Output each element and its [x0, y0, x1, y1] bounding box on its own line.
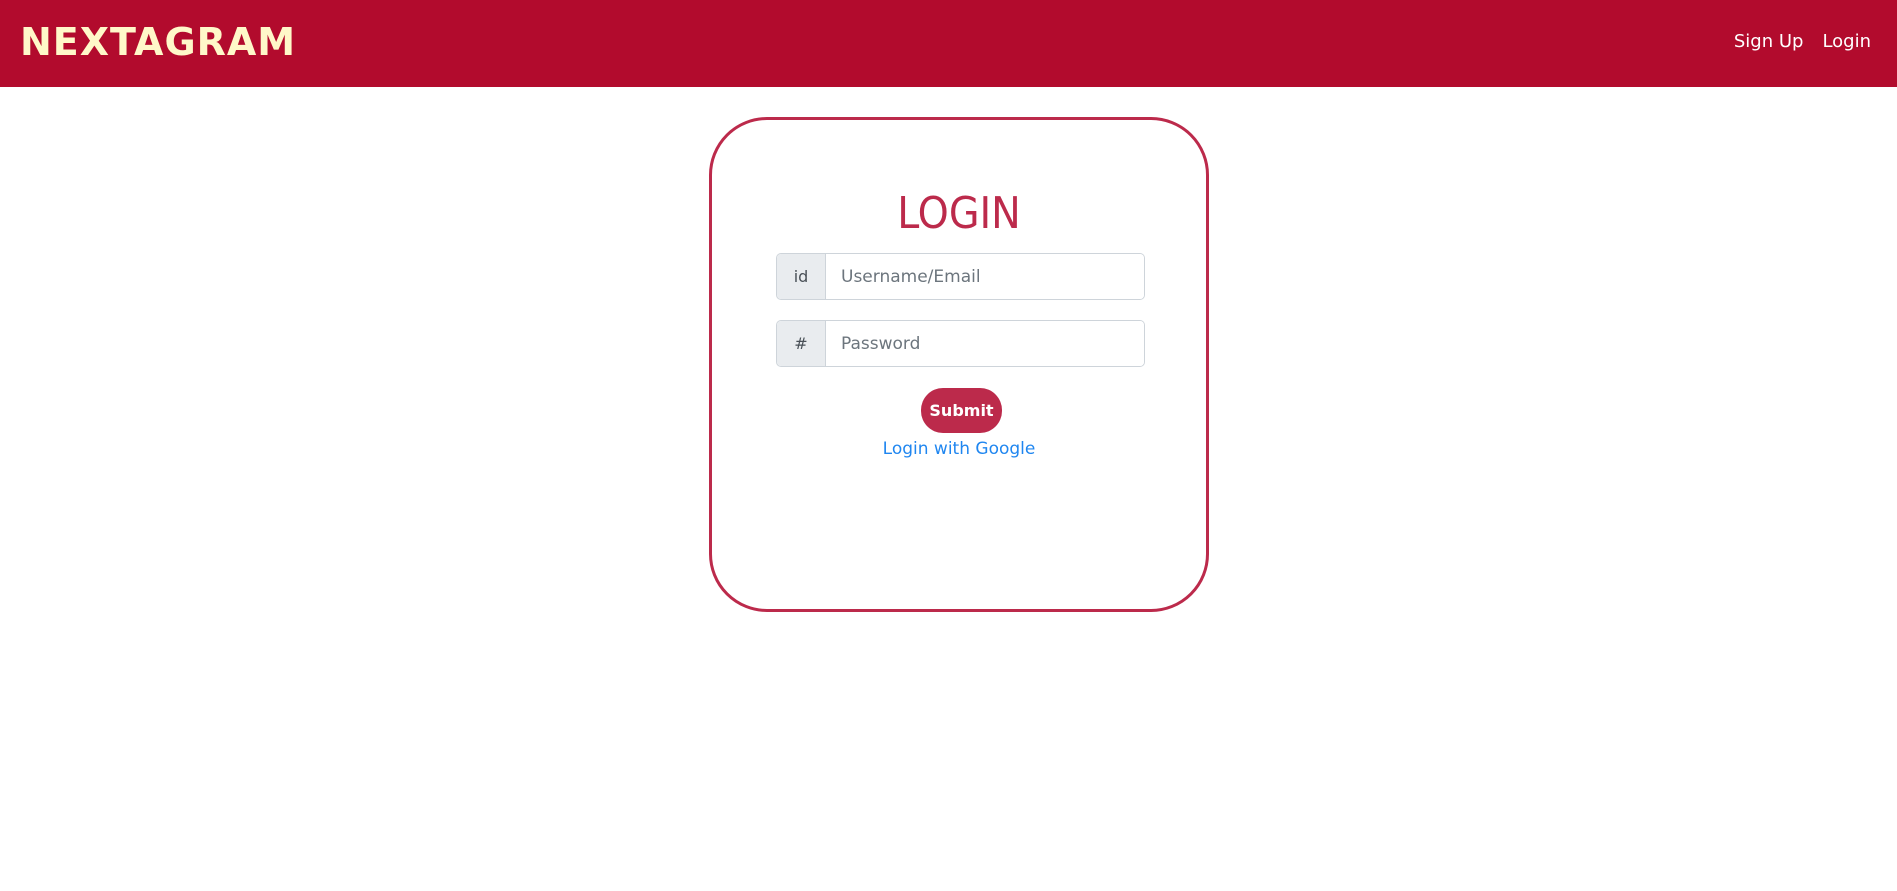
username-email-input[interactable]: [826, 254, 1144, 299]
login-title: LOGIN: [897, 188, 1021, 239]
login-card: LOGIN id # Submit Login with Google: [709, 117, 1209, 612]
nav-signup-link[interactable]: Sign Up: [1734, 30, 1804, 54]
username-input-group: id: [776, 253, 1145, 300]
nav-login-link[interactable]: Login: [1822, 30, 1871, 54]
top-navbar: NEXTAGRAM Sign Up Login: [0, 0, 1897, 87]
nav-links: Sign Up Login: [1734, 30, 1871, 54]
login-with-google-link[interactable]: Login with Google: [712, 437, 1206, 461]
password-addon-label: #: [777, 321, 826, 366]
submit-button[interactable]: Submit: [921, 388, 1002, 433]
password-input-group: #: [776, 320, 1145, 367]
brand-logo[interactable]: NEXTAGRAM: [20, 20, 296, 64]
password-input[interactable]: [826, 321, 1144, 366]
id-addon-label: id: [777, 254, 826, 299]
